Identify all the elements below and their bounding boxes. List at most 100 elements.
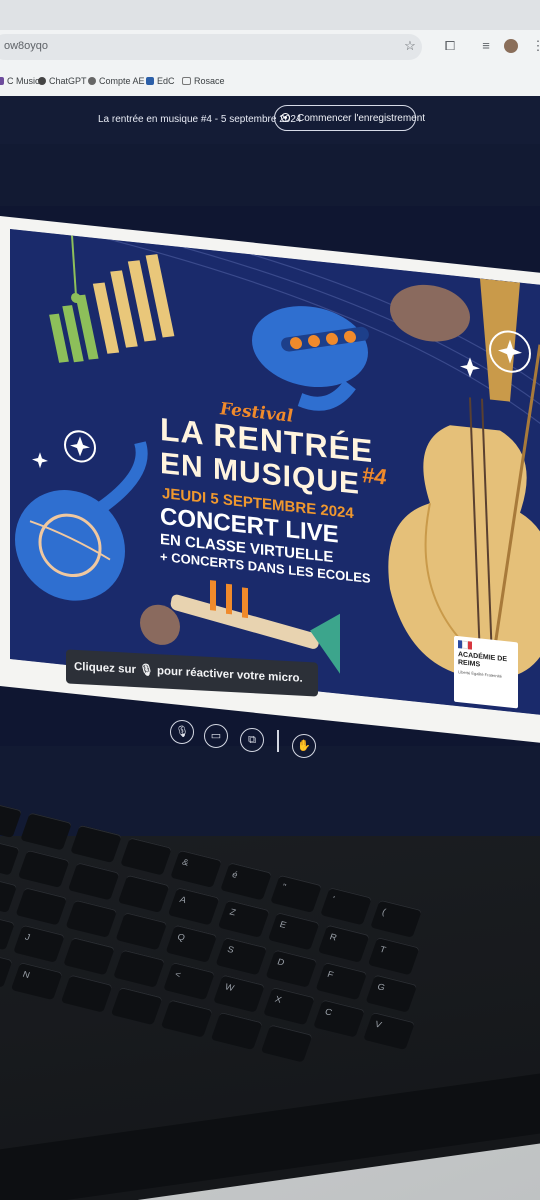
- keyboard-key[interactable]: [210, 1011, 263, 1051]
- keyboard-key[interactable]: [110, 987, 163, 1026]
- key-label: A: [178, 894, 188, 905]
- key-label: N: [21, 969, 32, 980]
- key-label: W: [223, 981, 236, 993]
- bookmark-rosace[interactable]: Rosace: [182, 76, 225, 86]
- bookmark-edc[interactable]: EdC: [146, 76, 175, 86]
- record-icon: [281, 113, 290, 122]
- key-label: C: [323, 1006, 334, 1018]
- key-label: E: [278, 919, 288, 930]
- keyboard-key[interactable]: Y: [0, 874, 18, 913]
- keyboard-key[interactable]: V: [363, 1011, 415, 1051]
- keyboard-key[interactable]: C: [313, 999, 365, 1038]
- key-label: <: [173, 969, 183, 980]
- bookmark-icon: [88, 77, 96, 85]
- media-controls: 🎙 ▭ ⧉ ✋: [168, 720, 328, 758]
- keyboard-key[interactable]: [115, 912, 168, 951]
- keyboard-key[interactable]: [113, 949, 165, 988]
- keyboard-key[interactable]: S: [215, 937, 268, 976]
- festival-poster: Festival LA RENTRÉE EN MUSIQUE #4 JEUDI …: [10, 229, 540, 716]
- avatar[interactable]: [504, 39, 518, 53]
- key-label: ": [280, 881, 288, 892]
- key-label: é: [230, 869, 240, 880]
- session-header: La rentrée en musique #4 - 5 septembre 2…: [0, 96, 540, 144]
- session-title: La rentrée en musique #4 - 5 septembre 2…: [98, 114, 302, 125]
- bookmark-compte-ae[interactable]: Compte AE: [88, 76, 145, 86]
- key-label: Z: [228, 906, 238, 918]
- start-recording-button[interactable]: Commencer l'enregistrement: [274, 105, 425, 131]
- key-label: ': [330, 894, 336, 904]
- bookmarks-bar: C Musics ChatGPT Compte AE EdC Rosace: [0, 72, 540, 92]
- screen-share-icon: ⧉: [248, 734, 256, 746]
- poster-edition: #4: [362, 462, 387, 490]
- raise-hand-button[interactable]: ✋: [292, 734, 316, 758]
- microphone-button[interactable]: 🎙: [170, 720, 194, 744]
- key-label: T: [378, 944, 388, 955]
- key-label: R: [328, 931, 339, 943]
- camera-button[interactable]: ▭: [204, 724, 228, 748]
- keyboard-key[interactable]: [63, 937, 115, 976]
- keyboard-key[interactable]: W: [213, 974, 265, 1013]
- bookmark-chatgpt[interactable]: ChatGPT: [38, 76, 87, 86]
- photo-scene: ow8oyqo ☆ ⧠ ≡ ⋮ C Musics ChatGPT Compte …: [0, 0, 540, 1200]
- keyboard-key[interactable]: [65, 899, 118, 938]
- keyboard-key[interactable]: Q: [165, 924, 218, 963]
- keyboard-key[interactable]: [15, 887, 68, 926]
- more-icon[interactable]: ⋮: [528, 36, 540, 56]
- key-label: G: [376, 981, 387, 993]
- extensions-icon[interactable]: ⧠: [440, 36, 460, 56]
- browser-chrome: ow8oyqo ☆ ⧠ ≡ ⋮ C Musics ChatGPT Compte …: [0, 0, 540, 100]
- virtual-classroom: La rentrée en musique #4 - 5 septembre 2…: [0, 96, 540, 836]
- folder-icon: [182, 77, 191, 85]
- key-label: (: [380, 906, 388, 917]
- keyboard-key[interactable]: [160, 999, 213, 1038]
- keyboard-key[interactable]: H: [0, 912, 15, 951]
- flag-icon: [458, 640, 472, 650]
- star-icon[interactable]: ☆: [400, 36, 420, 56]
- keyboard-key[interactable]: X: [263, 987, 315, 1026]
- menu-icon[interactable]: ≡: [476, 36, 496, 56]
- keyboard-key[interactable]: A: [167, 887, 220, 926]
- share-screen-button[interactable]: ⧉: [240, 728, 264, 752]
- key-label: &: [180, 856, 191, 868]
- hand-icon: ✋: [297, 740, 311, 752]
- key-label: X: [273, 994, 284, 1005]
- bookmark-icon: [38, 77, 46, 85]
- address-text: ow8oyqo: [4, 40, 49, 52]
- key-label: S: [226, 944, 236, 955]
- keyboard-key[interactable]: T: [367, 937, 420, 976]
- keyboard-key[interactable]: G: [365, 974, 418, 1013]
- keyboard-key[interactable]: <: [163, 962, 215, 1001]
- keyboard-key[interactable]: [60, 974, 113, 1013]
- keyboard-key[interactable]: [17, 849, 70, 888]
- key-label: D: [276, 956, 286, 968]
- bookmark-icon: [146, 77, 154, 85]
- key-label: J: [23, 931, 32, 943]
- keyboard-key[interactable]: B: [0, 949, 13, 988]
- bookmark-icon: [0, 77, 4, 85]
- key-label: V: [373, 1018, 384, 1030]
- keyboard-key[interactable]: Z: [217, 899, 270, 938]
- keyboard-key[interactable]: R: [317, 924, 370, 963]
- keyboard-key[interactable]: J: [13, 924, 65, 963]
- tab-strip: [0, 0, 540, 30]
- keyboard-key[interactable]: [117, 874, 170, 913]
- camera-icon: ▭: [210, 730, 222, 742]
- academie-logo: ACADÉMIE DE REIMS Liberté Égalité Frater…: [454, 635, 518, 709]
- key-label: F: [326, 969, 335, 980]
- keyboard-key[interactable]: E: [267, 912, 320, 951]
- bookmark-label: EdC: [157, 76, 175, 86]
- keyboard-key[interactable]: [67, 862, 120, 901]
- bookmark-label: ChatGPT: [49, 76, 87, 86]
- keyboard-key[interactable]: D: [265, 949, 318, 988]
- controls-divider: [277, 730, 279, 752]
- keyboard-key[interactable]: F: [315, 962, 368, 1001]
- key-label: Q: [176, 931, 187, 943]
- keyboard-key[interactable]: N: [10, 962, 63, 1001]
- keyboard-key[interactable]: [260, 1024, 313, 1063]
- keyboard-key[interactable]: [0, 837, 20, 876]
- bookmark-label: Compte AE: [99, 76, 145, 86]
- microphone-icon: 🎙: [175, 726, 189, 738]
- record-label: Commencer l'enregistrement: [297, 113, 426, 124]
- bookmark-label: Rosace: [194, 76, 225, 86]
- address-bar[interactable]: ow8oyqo: [0, 34, 422, 60]
